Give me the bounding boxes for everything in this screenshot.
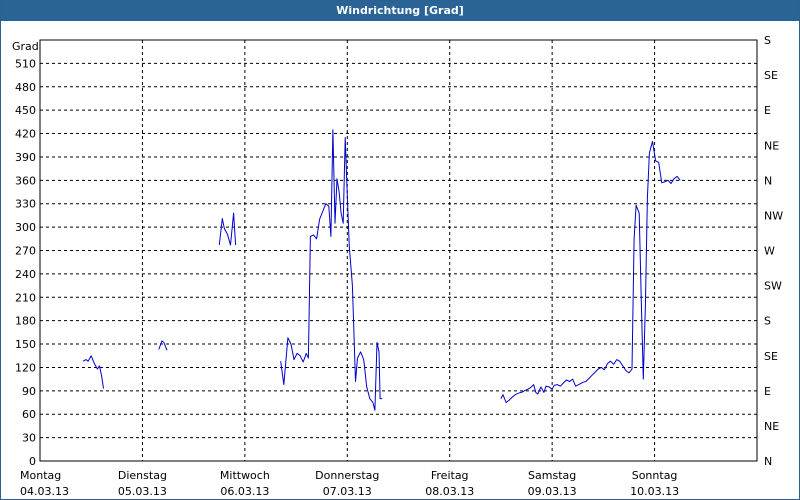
right-tick-label: E <box>764 385 771 398</box>
y-tick-label: 150 <box>15 338 36 351</box>
series-line-segment <box>218 212 237 246</box>
x-tick-day: Freitag <box>431 469 469 482</box>
y-tick-label: 450 <box>15 104 36 117</box>
right-tick-label: W <box>764 245 775 258</box>
x-tick-date: 10.03.13 <box>630 485 679 498</box>
x-tick-day: Donnerstag <box>315 469 379 482</box>
x-tick-day: Sonntag <box>632 469 678 482</box>
right-tick-label: NE <box>764 139 779 152</box>
right-tick-label: E <box>764 104 771 117</box>
left-axis: 0 30 60 90 120 150 180 210 240 270 300 330 360 390 420… <box>15 57 36 468</box>
y-tick-label: 360 <box>15 174 36 187</box>
series-line-segment <box>280 129 383 411</box>
x-tick-day: Montag <box>20 469 61 482</box>
x-tick-date: 08.03.13 <box>425 485 474 498</box>
x-tick-date: 09.03.13 <box>528 485 577 498</box>
x-tick-day: Samstag <box>528 469 576 482</box>
series-line-segment <box>158 340 168 351</box>
x-tick-day: Mittwoch <box>220 469 270 482</box>
y-tick-label: 420 <box>15 128 36 141</box>
y-tick-label: 90 <box>22 385 36 398</box>
y-tick-label: 120 <box>15 361 36 374</box>
plot-area-frame <box>39 39 758 462</box>
right-axis: N NE E SE S SW W NW N NE E SE S <box>764 34 783 468</box>
right-tick-label: S <box>764 315 771 328</box>
y-tick-label: 300 <box>15 221 36 234</box>
y-tick-label: 210 <box>15 291 36 304</box>
y-tick-label: 240 <box>15 268 36 281</box>
y-tick-label: 510 <box>15 57 36 70</box>
x-tick-date: 05.03.13 <box>118 485 167 498</box>
y-axis-label: Grad <box>12 40 39 53</box>
right-tick-label: SE <box>764 69 778 82</box>
x-axis: Montag 04.03.13 Dienstag 05.03.13 Mittwoch 06… <box>20 469 679 498</box>
right-tick-label: NE <box>764 420 779 433</box>
series-line-segment <box>82 355 104 389</box>
y-tick-label: 270 <box>15 245 36 258</box>
y-tick-label: 390 <box>15 151 36 164</box>
right-tick-label: N <box>764 455 772 468</box>
x-tick-date: 04.03.13 <box>20 485 69 498</box>
x-tick-date: 07.03.13 <box>323 485 372 498</box>
y-tick-label: 480 <box>15 81 36 94</box>
y-tick-label: 180 <box>15 315 36 328</box>
right-tick-label: NW <box>764 209 783 222</box>
x-tick-day: Dienstag <box>118 469 167 482</box>
right-tick-label: SW <box>764 280 782 293</box>
y-tick-label: 30 <box>22 432 36 445</box>
y-tick-label: 0 <box>29 455 36 468</box>
y-tick-label: 330 <box>15 198 36 211</box>
x-tick-date: 06.03.13 <box>220 485 269 498</box>
y-tick-label: 60 <box>22 408 36 421</box>
wind-direction-chart: 0 30 60 90 120 150 180 210 240 270 300 330 360 390 420… <box>12 34 783 498</box>
right-tick-label: N <box>764 174 772 187</box>
series-lines <box>82 129 681 411</box>
grid <box>40 39 757 461</box>
right-tick-label: SE <box>764 350 778 363</box>
right-tick-label: S <box>764 34 771 47</box>
